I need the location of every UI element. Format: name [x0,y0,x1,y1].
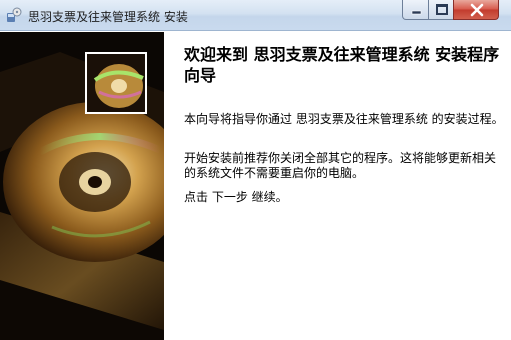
installer-app-icon [6,7,22,23]
wizard-side-image [0,32,164,340]
close-button[interactable] [453,0,499,20]
maximize-icon [429,0,453,19]
wizard-content: 欢迎来到 思羽支票及往来管理系统 安装程序向导 本向导将指导你通过 思羽支票及往… [164,32,511,340]
window-title: 思羽支票及往来管理系统 安装 [28,10,188,24]
minimize-icon [403,0,428,19]
wizard-heading: 欢迎来到 思羽支票及往来管理系统 安装程序向导 [184,45,500,85]
window-titlebar[interactable]: 思羽支票及往来管理系统 安装 [0,0,511,31]
close-icon [454,0,498,19]
maximize-button[interactable] [428,0,454,20]
wizard-paragraph-close-programs: 开始安装前推荐你关闭全部其它的程序。这将能够更新相关的系统文件不需要重启你的电脑… [184,151,497,180]
wizard-paragraph-continue: 点击 下一步 继续。 [184,190,288,204]
wizard-paragraph-intro: 本向导将指导你通过 思羽支票及往来管理系统 的安装过程。 [184,112,504,126]
minimize-button[interactable] [402,0,429,20]
